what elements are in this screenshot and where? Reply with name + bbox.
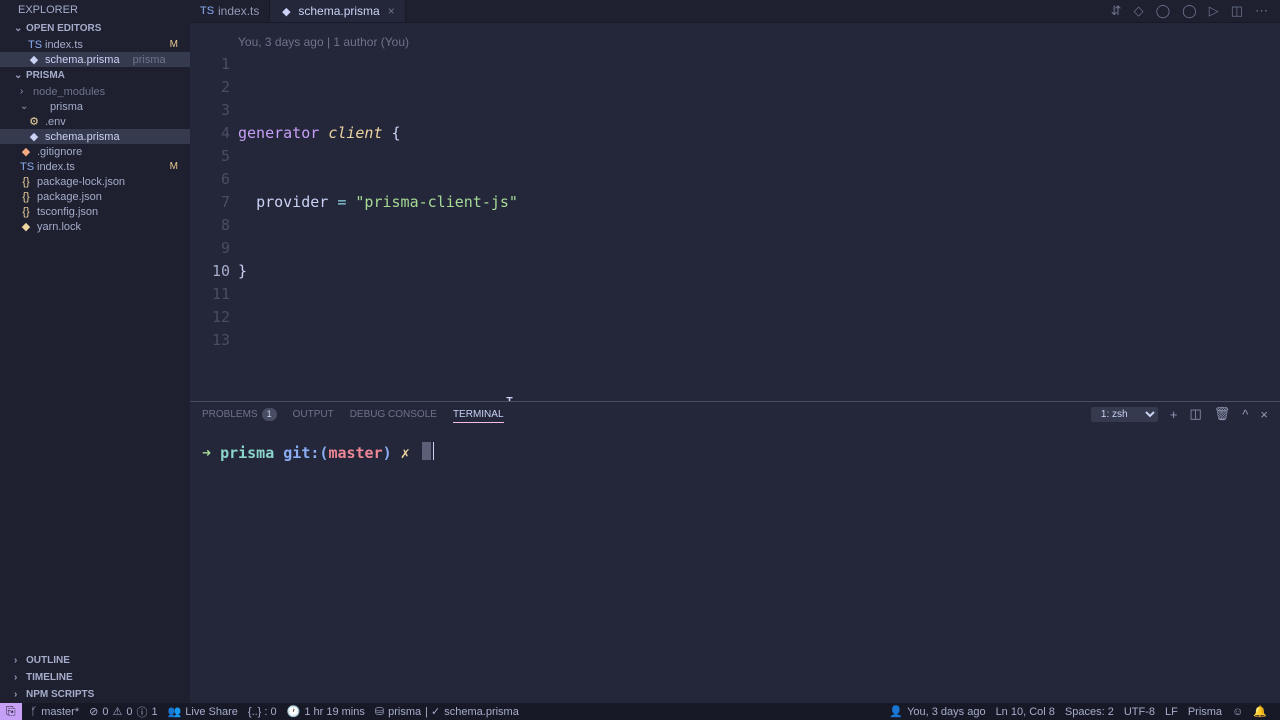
nav-forward-icon[interactable]: ◯ bbox=[1182, 3, 1197, 19]
ts-icon: TS bbox=[20, 161, 32, 173]
terminal-selector[interactable]: 1: zsh bbox=[1091, 407, 1158, 422]
branch-status[interactable]: ᚶ master* bbox=[26, 706, 85, 718]
npm-scripts-header[interactable]: ›NPM Scripts bbox=[0, 686, 190, 703]
language-mode[interactable]: Prisma bbox=[1183, 705, 1227, 718]
timeline-header[interactable]: ›Timeline bbox=[0, 669, 190, 686]
liveshare-status[interactable]: 👥 Live Share bbox=[163, 705, 243, 718]
json-icon: ◆ bbox=[20, 220, 32, 233]
run-icon[interactable]: ▷ bbox=[1209, 3, 1219, 19]
json-icon: {} bbox=[20, 191, 32, 203]
file-tree-item[interactable]: ◆yarn.lock bbox=[0, 219, 190, 234]
file-tree-item[interactable]: {}tsconfig.json bbox=[0, 204, 190, 219]
ts-icon: TS bbox=[28, 39, 40, 51]
dotenv-icon: ⚙ bbox=[28, 115, 40, 128]
file-tree-item[interactable]: ◆schema.prisma bbox=[0, 129, 190, 144]
terminal-tab[interactable]: Terminal bbox=[453, 409, 504, 423]
git-icon: ◆ bbox=[20, 145, 32, 158]
chevron-right-icon: › bbox=[14, 655, 22, 666]
sidebar-title: Explorer bbox=[0, 0, 190, 20]
output-tab[interactable]: Output bbox=[293, 409, 334, 420]
text-cursor-icon: I bbox=[505, 392, 514, 401]
tab-bar: TSindex.ts ◆schema.prisma× ⇵ ◇ ◯ ◯ ▷ ◫ ⋯ bbox=[190, 0, 1280, 23]
close-panel-icon[interactable]: × bbox=[1260, 407, 1268, 422]
open-editors-header[interactable]: ⌄Open Editors bbox=[0, 20, 190, 37]
chevron-down-icon: ⌄ bbox=[14, 23, 22, 34]
close-icon[interactable]: × bbox=[386, 4, 395, 18]
file-tree-item[interactable]: TSindex.tsM bbox=[0, 159, 190, 174]
new-terminal-icon[interactable]: + bbox=[1170, 407, 1178, 422]
encoding-status[interactable]: UTF-8 bbox=[1119, 705, 1160, 718]
kill-terminal-icon[interactable]: 🗑 bbox=[1214, 406, 1231, 422]
json-icon: {} bbox=[20, 206, 32, 218]
diff-icon[interactable]: ◇ bbox=[1134, 3, 1144, 19]
sync-status[interactable]: ⊘ 0 ⚠ 0 ⓘ 1 bbox=[84, 704, 162, 720]
chevron-down-icon: ⌄ bbox=[14, 70, 22, 81]
debug-console-tab[interactable]: Debug Console bbox=[350, 409, 437, 420]
problems-tab[interactable]: Problems1 bbox=[202, 408, 277, 421]
nav-back-icon[interactable]: ◯ bbox=[1156, 3, 1171, 19]
notifications-icon[interactable]: 🔔 bbox=[1248, 705, 1272, 718]
terminal[interactable]: ➜ prisma git:(master) ✗ bbox=[190, 426, 1280, 703]
split-terminal-icon[interactable]: ◫ bbox=[1189, 406, 1201, 422]
prisma-icon: ◆ bbox=[280, 5, 292, 18]
file-tree-item[interactable]: {}package-lock.json bbox=[0, 174, 190, 189]
chevron-down-icon: ⌄ bbox=[20, 101, 28, 112]
panel-tabs: Problems1 Output Debug Console Terminal … bbox=[190, 402, 1280, 426]
editor-tab[interactable]: TSindex.ts bbox=[190, 0, 270, 22]
editor-tab[interactable]: ◆schema.prisma× bbox=[270, 0, 405, 22]
eol-status[interactable]: LF bbox=[1160, 705, 1183, 718]
bottom-panel: Problems1 Output Debug Console Terminal … bbox=[190, 401, 1280, 703]
json-icon: {} bbox=[20, 176, 32, 188]
prisma-db-status[interactable]: ⛁ prisma | ✓ schema.prisma bbox=[370, 705, 524, 718]
chevron-right-icon: › bbox=[14, 689, 22, 700]
line-gutter: 1234 5678 910111213 bbox=[190, 23, 238, 401]
file-tree-item[interactable]: ›node_modules bbox=[0, 84, 190, 99]
remote-indicator[interactable]: ⎘ bbox=[0, 703, 22, 720]
indentation-status[interactable]: Spaces: 2 bbox=[1060, 705, 1119, 718]
terminal-cursor-icon bbox=[422, 442, 431, 460]
prisma-icon: ◆ bbox=[28, 130, 40, 143]
outline-header[interactable]: ›Outline bbox=[0, 652, 190, 669]
file-tree-item[interactable]: ⚙.env bbox=[0, 114, 190, 129]
file-tree-item[interactable]: {}package.json bbox=[0, 189, 190, 204]
open-editor-item[interactable]: TSindex.tsM bbox=[0, 37, 190, 52]
codelens[interactable]: You, 3 days ago | 1 author (You) bbox=[238, 31, 409, 54]
compare-changes-icon[interactable]: ⇵ bbox=[1111, 3, 1122, 19]
open-editor-item[interactable]: ◆schema.prisma prisma bbox=[0, 52, 190, 67]
chevron-right-icon: › bbox=[14, 672, 22, 683]
feedback-icon[interactable]: ☺ bbox=[1227, 705, 1248, 718]
status-bar: ⎘ ᚶ master* ⊘ 0 ⚠ 0 ⓘ 1 👥 Live Share {..… bbox=[0, 703, 1280, 720]
code-editor[interactable]: 1234 5678 910111213 You, 3 days ago | 1 … bbox=[190, 23, 1280, 401]
file-tree-item[interactable]: ◆.gitignore bbox=[0, 144, 190, 159]
gitlens-blame-status[interactable]: 👤 You, 3 days ago bbox=[884, 705, 990, 718]
chevron-right-icon: › bbox=[20, 86, 28, 97]
ts-icon: TS bbox=[200, 5, 212, 17]
split-editor-icon[interactable]: ◫ bbox=[1231, 3, 1243, 19]
maximize-panel-icon[interactable]: ^ bbox=[1242, 407, 1248, 422]
prisma-icon: ◆ bbox=[28, 53, 40, 66]
more-actions-icon[interactable]: ⋯ bbox=[1255, 3, 1268, 19]
wakatime-status[interactable]: 🕐 1 hr 19 mins bbox=[282, 705, 370, 718]
sidebar: Explorer ⌄Open Editors TSindex.tsM ◆sche… bbox=[0, 0, 190, 703]
file-tree-item[interactable]: ⌄prisma bbox=[0, 99, 190, 114]
project-header[interactable]: ⌄Prisma bbox=[0, 67, 190, 84]
cursor-position[interactable]: Ln 10, Col 8 bbox=[991, 705, 1060, 718]
bracket-status[interactable]: {..} : 0 bbox=[243, 706, 282, 718]
